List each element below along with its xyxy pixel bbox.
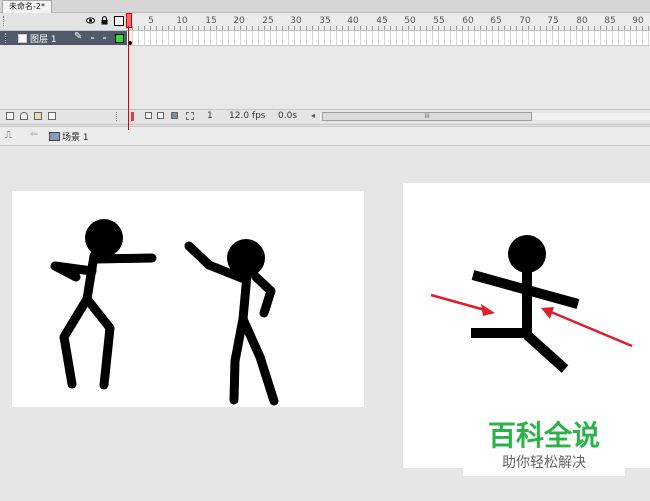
frame-tick: 90	[632, 16, 644, 26]
new-guide-icon[interactable]	[20, 112, 28, 120]
playhead-handle[interactable]	[126, 13, 132, 28]
frame-tick: 45	[376, 16, 388, 26]
edit-multiple-frames-icon[interactable]	[171, 112, 178, 119]
modify-markers-icon[interactable]	[186, 112, 194, 120]
watermark-logo: 百科全说 助你轻松解决	[463, 412, 625, 476]
frame-tick: 85	[604, 16, 616, 26]
pencil-icon: ✎	[74, 31, 83, 42]
watermark-tagline: 助你轻松解决	[502, 455, 586, 471]
scroll-left-arrow-icon[interactable]: ◂	[311, 111, 315, 120]
frame-tick: 40	[347, 16, 359, 26]
timeline-panel: 5 10 15 20 25 30 35 40 45 50 55 60 65 70…	[0, 13, 650, 130]
outline-square-icon[interactable]	[114, 16, 124, 26]
new-folder-icon[interactable]	[34, 112, 42, 120]
timeline-toggle-icon[interactable]: ⎍	[5, 130, 12, 141]
document-tab-strip: 未命名-2*	[0, 0, 650, 13]
lock-dot[interactable]	[103, 37, 106, 39]
scrollbar-thumb[interactable]: III	[322, 112, 532, 121]
frame-tick: 35	[319, 16, 331, 26]
scene-label[interactable]: 场景 1	[62, 130, 89, 143]
layer-name[interactable]: 图层 1	[30, 32, 57, 45]
edit-bar: ⎍ ⇐ 场景 1	[0, 126, 650, 146]
panel-grip-icon[interactable]	[3, 16, 6, 26]
stage-canvas-left	[12, 191, 364, 407]
timeline-header: 5 10 15 20 25 30 35 40 45 50 55 60 65 70…	[0, 13, 650, 31]
frame-tick: 50	[404, 16, 416, 26]
frame-tick: 80	[576, 16, 588, 26]
delete-layer-icon[interactable]	[48, 112, 56, 120]
onion-outlines-icon[interactable]	[157, 112, 164, 119]
timeline-footer: 1 12.0 fps 0.0s ◂ III	[0, 109, 650, 125]
lock-icon[interactable]	[100, 16, 109, 25]
frame-tick: 5	[148, 16, 154, 26]
layer-row[interactable]: 图层 1 ✎	[0, 31, 127, 45]
center-frame-icon[interactable]	[131, 112, 134, 121]
frame-rate[interactable]: 12.0 fps	[229, 111, 265, 121]
scene-icon	[49, 132, 60, 141]
frame-tick: 10	[176, 16, 188, 26]
frame-tick: 60	[462, 16, 474, 26]
frame-tick: 65	[490, 16, 502, 26]
frame-tick: 25	[262, 16, 274, 26]
layer-grip-icon[interactable]	[5, 33, 8, 43]
back-arrow-icon[interactable]: ⇐	[30, 129, 38, 140]
frame-tick: 20	[233, 16, 245, 26]
document-tab[interactable]: 未命名-2*	[2, 0, 52, 13]
new-layer-icon[interactable]	[6, 112, 14, 120]
layer-outline-color-icon[interactable]	[115, 34, 124, 43]
elapsed-time: 0.0s	[278, 111, 298, 121]
frame-tick: 55	[433, 16, 445, 26]
playhead-line	[128, 26, 129, 130]
onion-skin-icon[interactable]	[145, 112, 152, 119]
current-frame: 1	[207, 111, 213, 121]
frame-tick: 70	[519, 16, 531, 26]
eye-icon[interactable]	[86, 16, 95, 25]
layer-frame-strip[interactable]	[127, 31, 650, 46]
watermark-brand: 百科全说	[487, 419, 600, 452]
visibility-dot[interactable]	[91, 37, 94, 39]
frame-tick: 75	[547, 16, 559, 26]
frame-tick: 15	[205, 16, 217, 26]
frame-tick: 30	[290, 16, 302, 26]
divider-grip-icon[interactable]	[116, 112, 119, 121]
stick-figures-fighting	[50, 219, 279, 406]
layer-page-icon	[18, 34, 27, 43]
frame-ruler[interactable]: 5 10 15 20 25 30 35 40 45 50 55 60 65 70…	[127, 13, 650, 30]
